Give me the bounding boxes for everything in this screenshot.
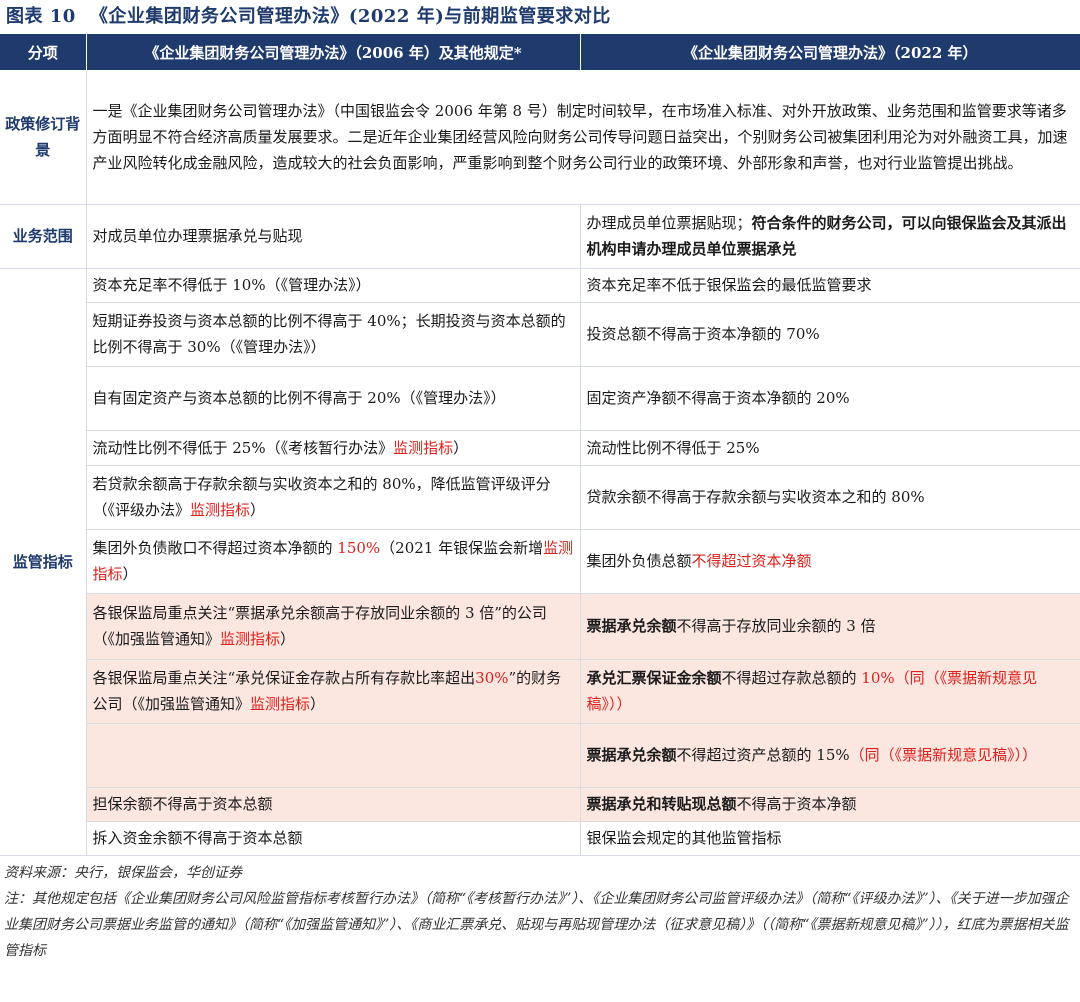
figure-title: 图表 10 《企业集团财务公司管理办法》(2022 年)与前期监管要求对比 bbox=[0, 0, 1080, 34]
sup-new-7-bold: 票据承兑余额 bbox=[586, 617, 677, 635]
figure-number: 图表 10 bbox=[6, 6, 76, 27]
sup-old-4: 流动性比例不得低于 25%（《考核暂行办法》监测指标） bbox=[86, 430, 581, 466]
sup-new-2: 投资总额不得高于资本净额的 70% bbox=[580, 302, 1080, 367]
sup-old-4-text: 流动性比例不得低于 25%（《考核暂行办法》 bbox=[92, 438, 394, 457]
sup-old-10: 担保余额不得高于资本总额 bbox=[86, 787, 581, 822]
sup-old-7-tail: ） bbox=[280, 630, 296, 648]
table-row: 若贷款余额高于存款余额与实收资本之和的 80%，降低监管评级评分（《评级办法》监… bbox=[0, 465, 1080, 530]
sup-new-6-a: 集团外负债总额 bbox=[586, 552, 692, 570]
sup-new-5: 贷款余额不得高于存款余额与实收资本之和的 80% bbox=[580, 465, 1080, 530]
sup-new-8-bold: 承兑汇票保证金余额 bbox=[586, 669, 722, 687]
sup-new-1: 资本充足率不低于银保监会的最低监管要求 bbox=[580, 268, 1080, 303]
sup-old-2: 短期证券投资与资本总额的比例不得高于 40%；长期投资与资本总额的比例不得高于 … bbox=[86, 302, 581, 367]
table-row: 集团外负债敞口不得超过资本净额的 150%（2021 年银保监会新增监测指标） … bbox=[0, 529, 1080, 594]
sup-old-7: 各银保监局重点关注“票据承兑余额高于存放同业余额的 3 倍”的公司（《加强监管通… bbox=[86, 593, 581, 660]
sup-new-9: 票据承兑余额不得超过资产总额的 15%（同（《票据新规意见稿》）） bbox=[580, 723, 1080, 788]
table-header-row: 分项 《企业集团财务公司管理办法》（2006 年）及其他规定* 《企业集团财务公… bbox=[0, 34, 1080, 70]
comparison-table: 分项 《企业集团财务公司管理办法》（2006 年）及其他规定* 《企业集团财务公… bbox=[0, 34, 1080, 856]
category-business: 业务范围 bbox=[0, 204, 87, 269]
table-row: 自有固定资产与资本总额的比例不得高于 20%（《管理办法》） 固定资产净额不得高… bbox=[0, 366, 1080, 431]
header-2006: 《企业集团财务公司管理办法》（2006 年）及其他规定* bbox=[86, 34, 581, 70]
sup-new-6: 集团外负债总额不得超过资本净额 bbox=[580, 529, 1080, 594]
table-row-bill: 各银保监局重点关注“承兑保证金存款占所有存款比率超出30%”的财务公司（《加强监… bbox=[0, 659, 1080, 724]
notes: 资料来源：央行，银保监会，华创证券 注：其他规定包括《企业集团财务公司风险监管指… bbox=[0, 856, 1080, 964]
sup-new-10-bold: 票据承兑和转贴现总额 bbox=[586, 795, 737, 813]
sup-old-8: 各银保监局重点关注“承兑保证金存款占所有存款比率超出30%”的财务公司（《加强监… bbox=[86, 659, 581, 724]
sup-old-7-text: 各银保监局重点关注“票据承兑余额高于存放同业余额的 3 倍”的公司（《加强监管通… bbox=[92, 604, 547, 648]
footnote: 注：其他规定包括《企业集团财务公司风险监管指标考核暂行办法》（简称“《考核暂行办… bbox=[4, 890, 1069, 959]
sup-old-5-tail: ） bbox=[250, 501, 266, 519]
table-row: 拆入资金余额不得高于资本总额 银保监会规定的其他监管指标 bbox=[0, 821, 1080, 856]
sup-old-6-a: 集团外负债敞口不得超过资本净额的 bbox=[92, 539, 338, 557]
business-new: 办理成员单位票据贴现；符合条件的财务公司，可以向银保监会及其派出机构申请办理成员… bbox=[580, 204, 1080, 269]
table-row-bill: 各银保监局重点关注“票据承兑余额高于存放同业余额的 3 倍”的公司（《加强监管通… bbox=[0, 593, 1080, 660]
sup-old-6-c: ） bbox=[122, 565, 138, 583]
table-row-business: 业务范围 对成员单位办理票据承兑与贴现 办理成员单位票据贴现；符合条件的财务公司… bbox=[0, 204, 1080, 269]
sup-new-4: 流动性比例不得低于 25% bbox=[580, 430, 1080, 466]
sup-old-5: 若贷款余额高于存款余额与实收资本之和的 80%，降低监管评级评分（《评级办法》监… bbox=[86, 465, 581, 530]
monitor-tag: 监测指标 bbox=[220, 630, 281, 648]
category-supervision: 监管指标 bbox=[0, 268, 87, 856]
sup-new-10-text: 不得高于资本净额 bbox=[736, 795, 857, 813]
source-note: 资料来源：央行，银保监会，华创证券 bbox=[4, 864, 242, 881]
sup-new-11: 银保监会规定的其他监管指标 bbox=[580, 821, 1080, 856]
sup-old-9-empty bbox=[86, 723, 581, 788]
table-row: 监管指标 资本充足率不得低于 10%（《管理办法》） 资本充足率不低于银保监会的… bbox=[0, 268, 1080, 856]
business-old: 对成员单位办理票据承兑与贴现 bbox=[86, 204, 581, 269]
policy-text: 一是《企业集团财务公司管理办法》（中国银监会令 2006 年第 8 号）制定时间… bbox=[86, 70, 1080, 205]
sup-old-6-red-a: 150% bbox=[337, 539, 381, 557]
sup-new-3: 固定资产净额不得高于资本净额的 20% bbox=[580, 366, 1080, 431]
sup-new-9-red: （同（《票据新规意见稿》）） bbox=[849, 746, 1038, 764]
sup-new-10: 票据承兑和转贴现总额不得高于资本净额 bbox=[580, 787, 1080, 822]
sup-new-9-text: 不得超过资产总额的 15% bbox=[676, 746, 850, 764]
figure-title-text: 《企业集团财务公司管理办法》(2022 年)与前期监管要求对比 bbox=[89, 6, 611, 27]
table-row-bill: 票据承兑余额不得超过资产总额的 15%（同（《票据新规意见稿》）） bbox=[0, 723, 1080, 788]
sup-new-7-text: 不得高于存放同业余额的 3 倍 bbox=[676, 617, 876, 635]
sup-new-9-bold: 票据承兑余额 bbox=[586, 746, 677, 764]
header-category: 分项 bbox=[0, 34, 87, 70]
sup-old-11: 拆入资金余额不得高于资本总额 bbox=[86, 821, 581, 856]
sup-new-7: 票据承兑余额不得高于存放同业余额的 3 倍 bbox=[580, 593, 1080, 660]
monitor-tag: 监测指标 bbox=[190, 501, 251, 519]
sup-old-8-a: 各银保监局重点关注“承兑保证金存款占所有存款比率超出 bbox=[92, 669, 476, 687]
sup-new-8: 承兑汇票保证金余额不得超过存款总额的 10%（同（《票据新规意见稿》）） bbox=[580, 659, 1080, 724]
sup-old-3: 自有固定资产与资本总额的比例不得高于 20%（《管理办法》） bbox=[86, 366, 581, 431]
business-new-plain: 办理成员单位票据贴现； bbox=[586, 214, 752, 232]
sup-old-6-b: （2021 年银保监会新增 bbox=[380, 539, 544, 557]
sup-old-1: 资本充足率不得低于 10%（《管理办法》） bbox=[86, 268, 581, 303]
sup-old-8-red-a: 30% bbox=[475, 669, 509, 687]
sup-old-5-text: 若贷款余额高于存款余额与实收资本之和的 80%，降低监管评级评分（《评级办法》 bbox=[92, 475, 551, 519]
sup-new-8-text: 不得超过存款总额的 bbox=[721, 669, 862, 687]
table-row-policy: 政策修订背景 一是《企业集团财务公司管理办法》（中国银监会令 2006 年第 8… bbox=[0, 70, 1080, 205]
sup-old-4-tail: ） bbox=[453, 438, 469, 457]
sup-new-6-red: 不得超过资本净额 bbox=[691, 552, 812, 570]
category-policy: 政策修订背景 bbox=[0, 70, 87, 205]
table-row: 流动性比例不得低于 25%（《考核暂行办法》监测指标） 流动性比例不得低于 25… bbox=[0, 430, 1080, 466]
monitor-tag: 监测指标 bbox=[393, 438, 454, 457]
sup-old-6: 集团外负债敞口不得超过资本净额的 150%（2021 年银保监会新增监测指标） bbox=[86, 529, 581, 594]
sup-old-8-c: ） bbox=[310, 695, 326, 713]
header-2022: 《企业集团财务公司管理办法》（2022 年） bbox=[580, 34, 1080, 70]
table-row: 短期证券投资与资本总额的比例不得高于 40%；长期投资与资本总额的比例不得高于 … bbox=[0, 302, 1080, 367]
monitor-tag: 监测指标 bbox=[250, 695, 311, 713]
table-row-bill: 担保余额不得高于资本总额 票据承兑和转贴现总额不得高于资本净额 bbox=[0, 787, 1080, 822]
